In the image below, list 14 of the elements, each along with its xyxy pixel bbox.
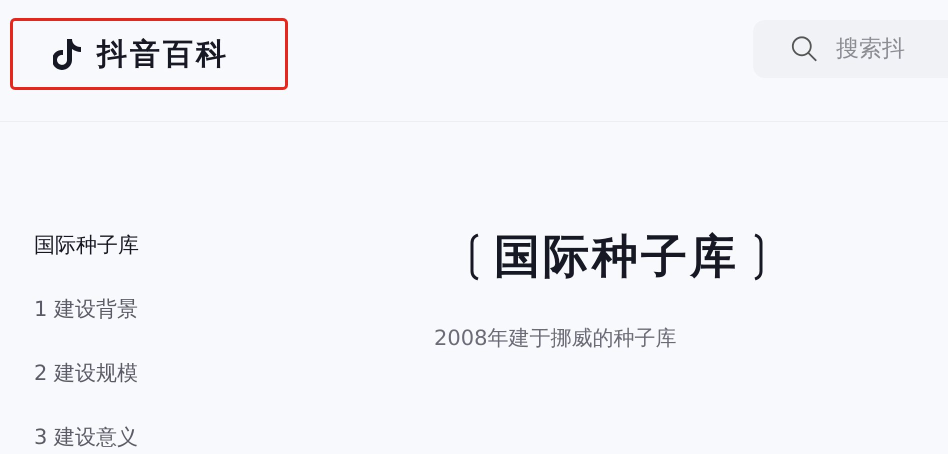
toc-item[interactable]: 1 建设背景 xyxy=(34,294,434,324)
search-icon xyxy=(791,34,818,64)
search-input[interactable]: 搜索抖 xyxy=(834,35,948,63)
bracket-icon xyxy=(470,233,480,281)
toc-item[interactable]: 3 建设意义 xyxy=(34,422,434,452)
logo-text: 抖音百科 xyxy=(97,36,229,74)
article-title: 国际种子库 xyxy=(494,228,739,285)
search-field[interactable]: 搜索抖 xyxy=(753,20,948,78)
toc-item[interactable]: 2 建设规模 xyxy=(34,358,434,388)
music-note-icon xyxy=(53,37,83,71)
bracket-icon xyxy=(753,233,763,281)
article-summary: 2008年建于挪威的种子库 xyxy=(434,325,678,352)
logo[interactable]: 抖音百科 xyxy=(10,18,288,90)
toc-item[interactable]: 国际种子库 xyxy=(34,230,434,260)
